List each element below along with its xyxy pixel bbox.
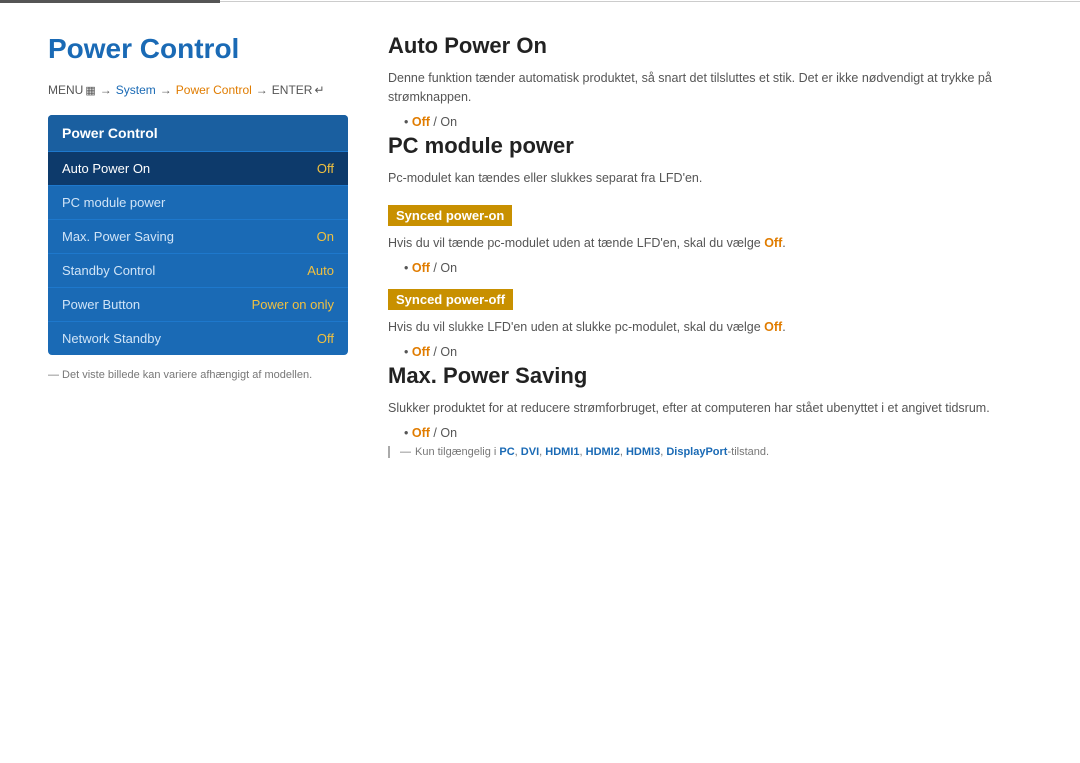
menu-item-auto-power-on[interactable]: Auto Power On Off bbox=[48, 151, 348, 185]
menu-item-value: Power on only bbox=[252, 297, 334, 312]
menu-box-header: Power Control bbox=[48, 115, 348, 151]
note-max-power-saving: ― Kun tilgængelig i PC, DVI, HDMI1, HDMI… bbox=[388, 446, 1032, 458]
top-line-right bbox=[220, 1, 1080, 2]
enter-icon: ↵ bbox=[314, 83, 324, 97]
left-panel: Power Control MENU ▦ → System → Power Co… bbox=[48, 33, 348, 458]
breadcrumb-system: System bbox=[116, 83, 156, 97]
main-container: Power Control MENU ▦ → System → Power Co… bbox=[0, 3, 1080, 458]
menu-items-container: Auto Power On Off PC module power Max. Powe… bbox=[48, 151, 348, 355]
bullet-synced-power-off: Off / On bbox=[404, 345, 1032, 359]
off-label-4: Off bbox=[412, 426, 430, 440]
menu-item-pc-module-power[interactable]: PC module power bbox=[48, 185, 348, 219]
note-text: Kun tilgængelig i PC, DVI, HDMI1, HDMI2,… bbox=[415, 446, 769, 458]
menu-item-label: Power Button bbox=[62, 297, 140, 312]
breadcrumb-arrow1: → bbox=[100, 83, 112, 97]
section-title-auto-power-on: Auto Power On bbox=[388, 33, 1032, 59]
menu-item-label: Auto Power On bbox=[62, 161, 150, 176]
breadcrumb-arrow2: → bbox=[160, 83, 172, 97]
synced-power-on-label: Synced power-on bbox=[388, 205, 512, 226]
note-dash: ― bbox=[400, 446, 411, 458]
section-desc-pc-module-power: Pc-modulet kan tændes eller slukkes sepa… bbox=[388, 169, 1032, 188]
menu-icon: ▦ bbox=[85, 84, 95, 97]
off-label-synced-on: Off bbox=[764, 236, 782, 250]
section-auto-power-on: Auto Power On Denne funktion tænder auto… bbox=[388, 33, 1032, 129]
menu-item-value: Off bbox=[317, 331, 334, 346]
menu-item-power-button[interactable]: Power Button Power on only bbox=[48, 287, 348, 321]
menu-item-label: Standby Control bbox=[62, 263, 155, 278]
off-label-1: Off bbox=[412, 115, 430, 129]
synced-power-on-desc: Hvis du vil tænde pc-modulet uden at tæn… bbox=[388, 234, 1032, 253]
menu-box: Power Control Auto Power On Off PC module … bbox=[48, 115, 348, 355]
menu-item-label: Max. Power Saving bbox=[62, 229, 174, 244]
section-title-max-power-saving: Max. Power Saving bbox=[388, 363, 1032, 389]
section-max-power-saving: Max. Power Saving Slukker produktet for … bbox=[388, 363, 1032, 458]
section-title-pc-module-power: PC module power bbox=[388, 133, 1032, 159]
breadcrumb-arrow3: → bbox=[256, 83, 268, 97]
bullet-synced-power-on: Off / On bbox=[404, 261, 1032, 275]
off-label-3: Off bbox=[412, 345, 430, 359]
breadcrumb: MENU ▦ → System → Power Control → ENTER … bbox=[48, 83, 348, 97]
off-label-synced-off: Off bbox=[764, 320, 782, 334]
menu-item-label: Network Standby bbox=[62, 331, 161, 346]
synced-power-off-block: Synced power-off Hvis du vil slukke LFD'… bbox=[388, 279, 1032, 359]
menu-item-value: On bbox=[317, 229, 334, 244]
section-desc-auto-power-on: Denne funktion tænder automatisk produkt… bbox=[388, 69, 1032, 107]
menu-item-value: Off bbox=[317, 161, 334, 176]
bullet-auto-power-on: Off / On bbox=[404, 115, 1032, 129]
menu-item-label: PC module power bbox=[62, 195, 165, 210]
menu-item-max.-power-saving[interactable]: Max. Power Saving On bbox=[48, 219, 348, 253]
bullet-max-power-saving: Off / On bbox=[404, 426, 1032, 440]
synced-power-off-desc: Hvis du vil slukke LFD'en uden at slukke… bbox=[388, 318, 1032, 337]
footnote: ― Det viste billede kan variere afhængig… bbox=[48, 369, 348, 381]
off-label-2: Off bbox=[412, 261, 430, 275]
menu-item-standby-control[interactable]: Standby Control Auto bbox=[48, 253, 348, 287]
menu-item-network-standby[interactable]: Network Standby Off bbox=[48, 321, 348, 355]
synced-power-on-block: Synced power-on Hvis du vil tænde pc-mod… bbox=[388, 195, 1032, 275]
top-line-left bbox=[0, 0, 220, 3]
synced-power-off-label: Synced power-off bbox=[388, 289, 513, 310]
section-pc-module-power: PC module power Pc-modulet kan tændes el… bbox=[388, 133, 1032, 359]
section-desc-max-power-saving: Slukker produktet for at reducere strømf… bbox=[388, 399, 1032, 418]
breadcrumb-power-control: Power Control bbox=[176, 83, 252, 97]
breadcrumb-menu: MENU bbox=[48, 83, 83, 97]
menu-item-value: Auto bbox=[307, 263, 334, 278]
right-panel: Auto Power On Denne funktion tænder auto… bbox=[388, 33, 1032, 458]
breadcrumb-enter: ENTER bbox=[272, 83, 313, 97]
page-title: Power Control bbox=[48, 33, 348, 65]
